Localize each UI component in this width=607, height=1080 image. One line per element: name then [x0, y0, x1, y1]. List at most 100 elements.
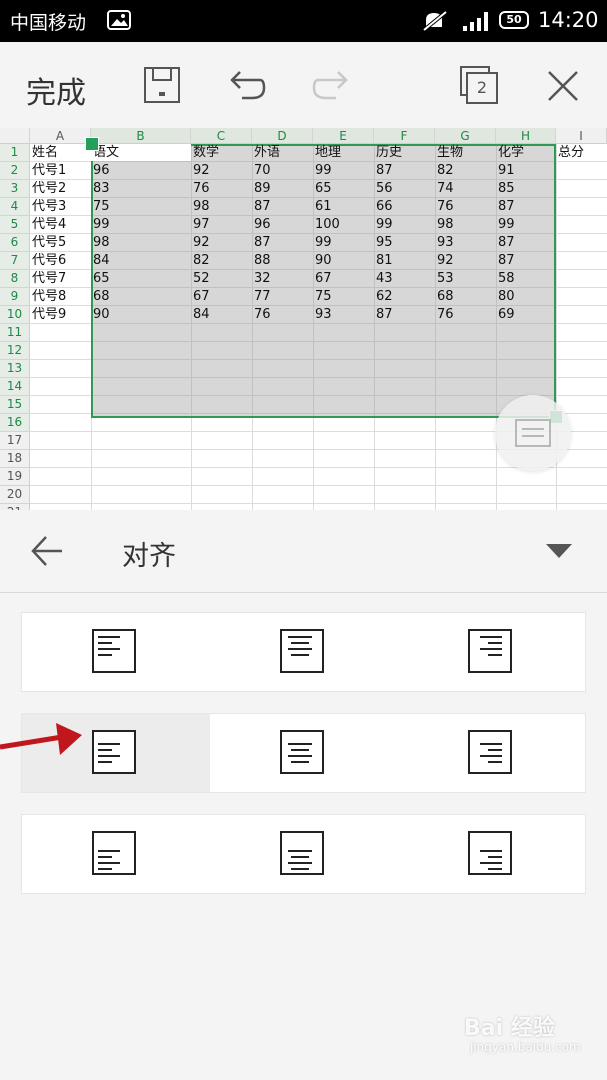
data-cell[interactable]: 65 — [91, 270, 191, 288]
data-cell[interactable]: 87 — [374, 306, 435, 324]
column-header-b[interactable]: B — [91, 128, 191, 144]
row-header[interactable]: 17 — [0, 432, 30, 450]
row-header[interactable]: 2 — [0, 162, 30, 180]
data-cell[interactable]: 65 — [313, 180, 374, 198]
data-cell[interactable]: 83 — [91, 180, 191, 198]
data-cell[interactable]: 66 — [374, 198, 435, 216]
column-header-c[interactable]: C — [191, 128, 252, 144]
row-header[interactable]: 11 — [0, 324, 30, 342]
header-cell[interactable]: 外语 — [252, 144, 313, 162]
column-header-a[interactable]: A — [30, 128, 91, 144]
data-cell[interactable]: 90 — [313, 252, 374, 270]
row-header[interactable]: 4 — [0, 198, 30, 216]
header-cell[interactable]: 总分 — [556, 144, 607, 162]
data-cell[interactable]: 87 — [496, 252, 556, 270]
spreadsheet-grid[interactable]: A B C D E F G H I 1 2 3 4 5 6 7 8 9 10 11 12 13 14 15 16 17 18 19 20… — [0, 128, 607, 510]
data-cell[interactable]: 代号6 — [30, 252, 91, 270]
data-cell[interactable]: 100 — [313, 216, 374, 234]
close-icon[interactable] — [547, 70, 579, 102]
data-cell[interactable]: 88 — [252, 252, 313, 270]
data-cell[interactable]: 代号2 — [30, 180, 91, 198]
save-icon[interactable] — [143, 66, 181, 104]
data-cell[interactable]: 代号3 — [30, 198, 91, 216]
row-header[interactable]: 18 — [0, 450, 30, 468]
data-cell[interactable]: 99 — [374, 216, 435, 234]
sheet-corner[interactable] — [0, 128, 30, 144]
data-cell[interactable]: 87 — [496, 234, 556, 252]
row-header[interactable]: 5 — [0, 216, 30, 234]
data-cell[interactable]: 96 — [252, 216, 313, 234]
data-cell[interactable]: 74 — [435, 180, 496, 198]
data-cell[interactable]: 76 — [252, 306, 313, 324]
data-cell[interactable]: 代号7 — [30, 270, 91, 288]
data-cell[interactable]: 95 — [374, 234, 435, 252]
data-cell[interactable]: 84 — [91, 252, 191, 270]
data-cell[interactable]: 99 — [91, 216, 191, 234]
align-bottom-center-button[interactable] — [210, 815, 398, 893]
row-header[interactable]: 6 — [0, 234, 30, 252]
data-cell[interactable]: 99 — [313, 162, 374, 180]
data-cell[interactable]: 93 — [313, 306, 374, 324]
data-cell[interactable]: 87 — [252, 198, 313, 216]
data-cell[interactable]: 69 — [496, 306, 556, 324]
data-cell[interactable]: 92 — [435, 252, 496, 270]
row-header[interactable]: 1 — [0, 144, 30, 162]
align-bottom-left-button[interactable] — [22, 815, 210, 893]
data-cell[interactable]: 77 — [252, 288, 313, 306]
align-top-left-button[interactable] — [22, 613, 210, 691]
data-cell[interactable]: 87 — [374, 162, 435, 180]
header-cell[interactable]: 姓名 — [30, 144, 91, 162]
undo-icon[interactable] — [228, 66, 266, 104]
data-cell[interactable]: 98 — [435, 216, 496, 234]
data-cell[interactable]: 67 — [313, 270, 374, 288]
data-cell[interactable]: 92 — [191, 162, 252, 180]
column-header-i[interactable]: I — [556, 128, 607, 144]
data-cell[interactable]: 99 — [313, 234, 374, 252]
data-cell[interactable]: 82 — [435, 162, 496, 180]
row-header[interactable]: 9 — [0, 288, 30, 306]
row-header[interactable]: 7 — [0, 252, 30, 270]
align-middle-center-button[interactable] — [210, 714, 398, 792]
data-cell[interactable]: 89 — [252, 180, 313, 198]
column-header-e[interactable]: E — [313, 128, 374, 144]
data-cell[interactable]: 67 — [191, 288, 252, 306]
align-top-right-button[interactable] — [398, 613, 586, 691]
data-cell[interactable]: 76 — [191, 180, 252, 198]
data-cell[interactable]: 85 — [496, 180, 556, 198]
row-header[interactable]: 13 — [0, 360, 30, 378]
data-cell[interactable]: 76 — [435, 198, 496, 216]
header-cell[interactable]: 语文 — [91, 144, 191, 162]
data-cell[interactable]: 61 — [313, 198, 374, 216]
row-header[interactable]: 20 — [0, 486, 30, 504]
data-cell[interactable]: 75 — [313, 288, 374, 306]
data-cell[interactable]: 68 — [91, 288, 191, 306]
data-cell[interactable]: 96 — [91, 162, 191, 180]
row-header[interactable]: 19 — [0, 468, 30, 486]
column-header-f[interactable]: F — [374, 128, 435, 144]
data-cell[interactable]: 81 — [374, 252, 435, 270]
data-cell[interactable]: 52 — [191, 270, 252, 288]
data-cell[interactable]: 56 — [374, 180, 435, 198]
align-top-center-button[interactable] — [210, 613, 398, 691]
header-cell[interactable]: 生物 — [435, 144, 496, 162]
header-cell[interactable]: 化学 — [496, 144, 556, 162]
data-cell[interactable]: 62 — [374, 288, 435, 306]
column-header-g[interactable]: G — [435, 128, 496, 144]
data-cell[interactable]: 代号9 — [30, 306, 91, 324]
data-cell[interactable]: 代号1 — [30, 162, 91, 180]
window-switcher-button[interactable]: 2 — [460, 66, 498, 104]
data-cell[interactable]: 82 — [191, 252, 252, 270]
data-cell[interactable]: 32 — [252, 270, 313, 288]
data-cell[interactable]: 58 — [496, 270, 556, 288]
header-cell[interactable]: 地理 — [313, 144, 374, 162]
data-cell[interactable]: 43 — [374, 270, 435, 288]
data-cell[interactable]: 93 — [435, 234, 496, 252]
row-header[interactable]: 8 — [0, 270, 30, 288]
data-cell[interactable]: 91 — [496, 162, 556, 180]
data-cell[interactable]: 68 — [435, 288, 496, 306]
row-header[interactable]: 14 — [0, 378, 30, 396]
back-arrow-icon[interactable] — [30, 534, 64, 568]
data-cell[interactable]: 99 — [496, 216, 556, 234]
collapse-panel-icon[interactable] — [545, 542, 573, 560]
row-header[interactable]: 15 — [0, 396, 30, 414]
